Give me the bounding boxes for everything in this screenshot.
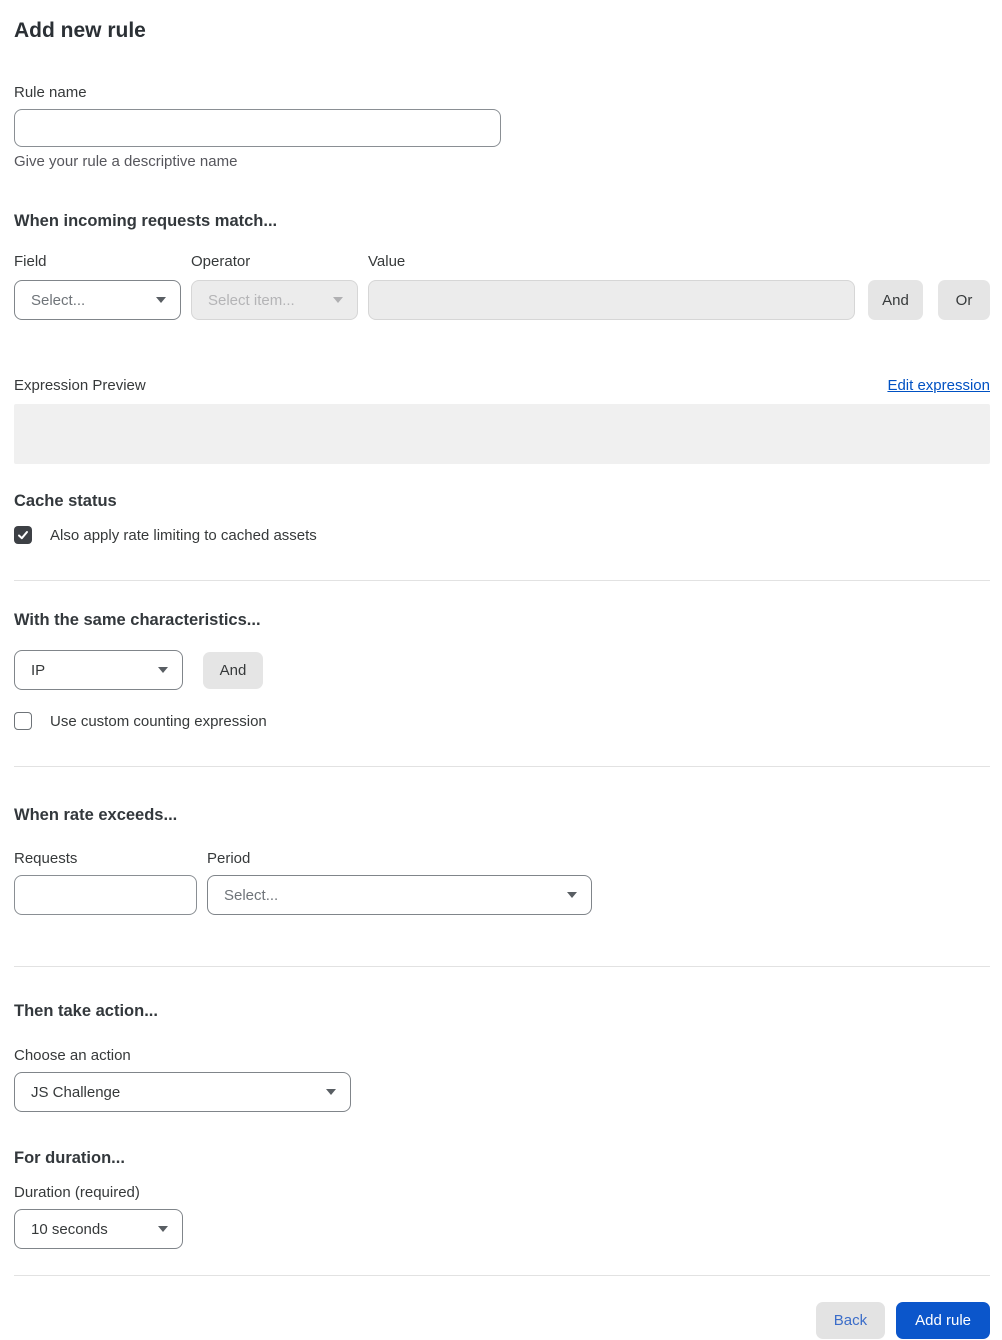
period-select[interactable]: Select... bbox=[207, 875, 592, 915]
check-icon bbox=[18, 531, 28, 540]
characteristic-select[interactable]: IP bbox=[14, 650, 183, 690]
divider bbox=[14, 966, 990, 967]
operator-select[interactable]: Select item... bbox=[191, 280, 358, 320]
action-select[interactable]: JS Challenge bbox=[14, 1072, 351, 1112]
operator-select-value: Select item... bbox=[208, 291, 295, 309]
match-section-heading: When incoming requests match... bbox=[14, 212, 278, 230]
value-input[interactable] bbox=[368, 280, 855, 320]
add-rule-button[interactable]: Add rule bbox=[896, 1302, 990, 1339]
chevron-down-icon bbox=[326, 1089, 336, 1095]
rule-name-label: Rule name bbox=[14, 84, 87, 101]
duration-select[interactable]: 10 seconds bbox=[14, 1209, 183, 1249]
expression-preview-box bbox=[14, 404, 990, 464]
duration-select-value: 10 seconds bbox=[31, 1220, 108, 1238]
field-select[interactable]: Select... bbox=[14, 280, 181, 320]
custom-counting-checkbox-label: Use custom counting expression bbox=[50, 712, 267, 730]
action-section-heading: Then take action... bbox=[14, 1002, 158, 1020]
operator-label: Operator bbox=[191, 253, 251, 270]
page-title: Add new rule bbox=[14, 19, 146, 42]
divider bbox=[14, 1275, 990, 1276]
characteristics-and-button[interactable]: And bbox=[203, 651, 263, 689]
characteristics-section-heading: With the same characteristics... bbox=[14, 611, 261, 629]
chevron-down-icon bbox=[567, 892, 577, 898]
field-label: Field bbox=[14, 253, 47, 270]
action-select-value: JS Challenge bbox=[31, 1083, 121, 1101]
add-rule-form: Add new rule Rule name Give your rule a … bbox=[0, 0, 1002, 1340]
requests-label: Requests bbox=[14, 850, 78, 867]
or-button[interactable]: Or bbox=[938, 280, 990, 320]
cached-assets-checkbox[interactable] bbox=[14, 526, 32, 544]
choose-action-label: Choose an action bbox=[14, 1047, 131, 1064]
chevron-down-icon bbox=[333, 297, 343, 303]
rate-section-heading: When rate exceeds... bbox=[14, 806, 178, 824]
cached-assets-checkbox-label: Also apply rate limiting to cached asset… bbox=[50, 526, 317, 544]
duration-section-heading: For duration... bbox=[14, 1149, 125, 1167]
edit-expression-link[interactable]: Edit expression bbox=[887, 377, 990, 394]
chevron-down-icon bbox=[156, 297, 166, 303]
divider bbox=[14, 766, 990, 767]
requests-input[interactable] bbox=[14, 875, 197, 915]
value-label: Value bbox=[368, 253, 406, 270]
and-button[interactable]: And bbox=[868, 280, 923, 320]
divider bbox=[14, 580, 990, 581]
back-button[interactable]: Back bbox=[815, 1302, 886, 1339]
characteristic-select-value: IP bbox=[31, 661, 46, 679]
cache-section-heading: Cache status bbox=[14, 492, 117, 510]
field-select-value: Select... bbox=[31, 291, 86, 309]
chevron-down-icon bbox=[158, 1226, 168, 1232]
period-select-value: Select... bbox=[224, 886, 279, 904]
rule-name-input[interactable] bbox=[14, 109, 501, 147]
rule-name-help: Give your rule a descriptive name bbox=[14, 153, 238, 170]
chevron-down-icon bbox=[158, 667, 168, 673]
custom-counting-checkbox[interactable] bbox=[14, 712, 32, 730]
duration-label: Duration (required) bbox=[14, 1184, 140, 1201]
period-label: Period bbox=[207, 850, 251, 867]
expression-preview-label: Expression Preview bbox=[14, 377, 146, 394]
